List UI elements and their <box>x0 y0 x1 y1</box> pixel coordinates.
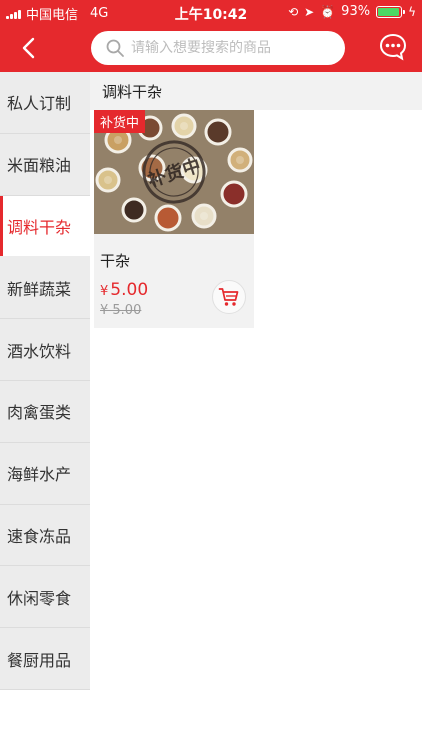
sidebar-item-label: 肉禽蛋类 <box>7 403 72 423</box>
sidebar-item-label: 海鲜水产 <box>7 465 72 485</box>
sidebar-item-seasoning-dry-goods[interactable]: 调料干杂 <box>0 195 90 258</box>
product-name: 干杂 <box>100 252 131 270</box>
chat-bubble-icon <box>379 33 407 61</box>
product-price: ¥5.00 <box>100 280 148 300</box>
message-button[interactable] <box>378 32 408 62</box>
sidebar-item-rice-flour-oil[interactable]: 米面粮油 <box>0 133 90 196</box>
nav-bar <box>0 24 422 72</box>
battery-percent: 93% <box>341 4 371 19</box>
product-card[interactable]: 补货中 补货中 干杂 ¥5.00 ¥ 5.00 <box>94 110 254 328</box>
status-bar: 中国电信 4G 上午10:42 ⟲ ➤ ⏰ 93% ϟ <box>0 0 422 24</box>
price-value: 5.00 <box>110 280 149 300</box>
battery-icon <box>376 5 406 18</box>
sidebar-item-frozen-food[interactable]: 速食冻品 <box>0 504 90 567</box>
section-title: 调料干杂 <box>90 72 422 110</box>
sidebar-item-meat-poultry-eggs[interactable]: 肉禽蛋类 <box>0 380 90 443</box>
sidebar-item-private-custom[interactable]: 私人订制 <box>0 72 90 134</box>
search-input[interactable] <box>131 40 331 56</box>
search-box[interactable] <box>91 31 345 65</box>
sidebar-item-label: 餐厨用品 <box>7 650 72 670</box>
sidebar-item-drinks[interactable]: 酒水饮料 <box>0 319 90 381</box>
sidebar-item-label: 速食冻品 <box>7 526 72 546</box>
sidebar-item-label: 酒水饮料 <box>7 341 72 361</box>
cart-icon <box>218 288 239 306</box>
back-button[interactable] <box>14 34 44 62</box>
rotation-lock-icon: ⟲ <box>288 4 299 19</box>
sidebar-item-snacks[interactable]: 休闲零食 <box>0 566 90 629</box>
restock-badge: 补货中 <box>94 110 146 133</box>
product-image: 补货中 补货中 <box>94 110 254 234</box>
charging-icon: ϟ <box>408 4 416 19</box>
location-icon: ➤ <box>304 4 315 19</box>
search-icon <box>106 39 124 57</box>
sidebar-item-seafood[interactable]: 海鲜水产 <box>0 442 90 505</box>
sidebar-item-label: 米面粮油 <box>7 156 72 176</box>
original-price: ¥ 5.00 <box>100 303 142 318</box>
product-content: 调料干杂 补货中 补货中 干杂 ¥ 5.00 ¥ 5.00 <box>90 72 422 328</box>
sidebar-item-label: 休闲零食 <box>7 588 72 608</box>
currency-symbol: ¥ <box>100 284 109 299</box>
add-to-cart-button[interactable] <box>212 280 246 314</box>
alarm-icon: ⏰ <box>320 4 336 19</box>
category-sidebar: 私人订制 米面粮油 调料干杂 新鲜蔬菜 酒水饮料 肉禽蛋类 海鲜水产 速食冻品 … <box>0 72 90 690</box>
sidebar-item-label: 私人订制 <box>7 94 72 114</box>
sidebar-item-label: 新鲜蔬菜 <box>7 279 72 299</box>
sidebar-item-kitchenware[interactable]: 餐厨用品 <box>0 628 90 690</box>
back-arrow-icon <box>22 37 35 59</box>
sidebar-item-label: 调料干杂 <box>7 217 72 237</box>
sidebar-item-fresh-vegetables[interactable]: 新鲜蔬菜 <box>0 257 90 320</box>
